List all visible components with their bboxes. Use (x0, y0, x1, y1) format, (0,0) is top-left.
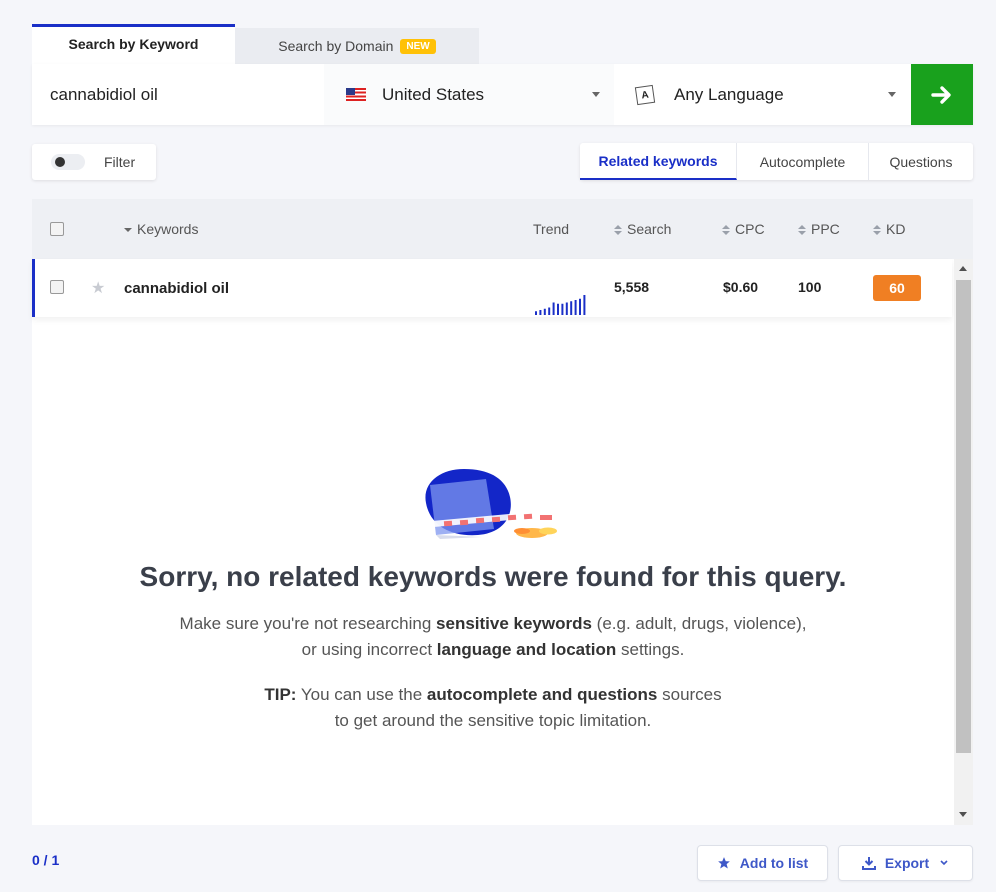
text-emphasis: sensitive keywords (436, 614, 592, 633)
trend-bar (539, 310, 542, 315)
column-search-label: Search (627, 221, 672, 237)
empty-state-illustration (425, 469, 557, 539)
chevron-down-icon (592, 92, 600, 97)
column-ppc-label: PPC (811, 221, 840, 237)
column-kd[interactable]: KD (873, 221, 905, 237)
chevron-down-icon (888, 92, 896, 97)
language-select[interactable]: A Any Language (616, 64, 910, 125)
keywords-table: Keywords Trend Search CPC PPC KD ★ canna… (32, 199, 973, 825)
row-keyword[interactable]: cannabidiol oil (124, 280, 229, 297)
add-to-list-button[interactable]: Add to list (697, 845, 828, 881)
text-emphasis: autocomplete and questions (426, 685, 658, 704)
sort-desc-icon (124, 228, 132, 232)
empty-state-line-1: Make sure you're not researching sensiti… (32, 611, 954, 637)
row-ppc: 100 (798, 279, 822, 295)
column-trend-label: Trend (533, 221, 570, 237)
trend-bar (579, 298, 581, 315)
trend-bar (574, 300, 577, 315)
trend-bar (561, 303, 564, 315)
star-icon (717, 857, 730, 869)
search-bar: United States A Any Language (32, 64, 973, 125)
export-label: Export (884, 855, 930, 871)
export-button[interactable]: Export (838, 845, 973, 881)
row-checkbox[interactable] (50, 280, 64, 294)
filter-toggle[interactable]: Filter (32, 144, 156, 180)
scroll-up-icon[interactable] (959, 266, 967, 271)
trend-bar (535, 311, 537, 315)
new-badge: NEW (400, 38, 436, 54)
star-icon[interactable]: ★ (91, 278, 105, 298)
filter-label: Filter (104, 154, 136, 170)
tab-search-by-keyword[interactable]: Search by Keyword (32, 24, 235, 64)
country-select-value: United States (382, 84, 485, 104)
column-ppc[interactable]: PPC (798, 221, 840, 237)
text-segment: settings. (616, 640, 685, 659)
sort-icon (798, 225, 806, 235)
empty-state-message: Make sure you're not researching sensiti… (32, 611, 954, 663)
trend-sparkline (535, 295, 586, 315)
us-flag-icon (346, 88, 366, 101)
tip-label: TIP: (264, 685, 297, 704)
trend-bar (543, 308, 546, 315)
text-segment: (e.g. adult, drugs, violence), (591, 614, 807, 633)
toggle-switch[interactable] (51, 154, 85, 170)
tab-search-by-domain-label: Search by Domain (278, 38, 394, 54)
search-mode-tabs: Search by Keyword Search by Domain NEW (32, 24, 479, 64)
scroll-thumb[interactable] (956, 280, 971, 753)
column-cpc[interactable]: CPC (722, 221, 765, 237)
add-to-list-label: Add to list (739, 855, 809, 871)
table-header: Keywords Trend Search CPC PPC KD (32, 199, 973, 259)
kd-badge: 60 (873, 275, 921, 301)
tab-questions[interactable]: Questions (869, 143, 973, 180)
tab-search-by-domain[interactable]: Search by Domain NEW (235, 28, 479, 64)
translate-icon: A (634, 84, 656, 105)
trend-bar (548, 307, 551, 315)
trend-bar (583, 295, 586, 315)
selection-counter: 0 / 1 (32, 852, 60, 868)
empty-state-tip-line-1: TIP: You can use the autocomplete and qu… (32, 682, 954, 708)
trend-bar (557, 303, 559, 315)
trend-bar (565, 302, 568, 315)
select-all-checkbox[interactable] (50, 222, 64, 236)
chevron-down-icon (940, 860, 948, 866)
empty-state-title: Sorry, no related keywords were found fo… (139, 561, 847, 592)
scroll-down-icon[interactable] (959, 812, 967, 817)
download-icon (861, 857, 876, 870)
column-search[interactable]: Search (614, 221, 671, 237)
text-segment: You can use the (296, 685, 427, 704)
search-submit-button[interactable] (911, 64, 973, 125)
sort-icon (722, 225, 730, 235)
text-segment: or using incorrect (301, 640, 437, 659)
empty-state-line-2: or using incorrect language and location… (32, 637, 954, 663)
row-search-volume: 5,558 (614, 279, 650, 295)
tab-related-keywords[interactable]: Related keywords (580, 143, 737, 180)
trend-bar (552, 302, 555, 315)
arrow-right-icon (931, 85, 951, 104)
empty-state-tip: TIP: You can use the autocomplete and qu… (32, 682, 954, 734)
tab-search-by-keyword-label: Search by Keyword (68, 36, 199, 52)
table-row[interactable]: ★ cannabidiol oil 5,558 $0.60 100 60 (32, 259, 952, 317)
text-segment: sources (657, 685, 722, 704)
text-emphasis: language and location (436, 640, 617, 659)
column-trend: Trend (533, 221, 569, 237)
empty-state-tip-line-2: to get around the sensitive topic limita… (334, 711, 652, 730)
scrollbar[interactable] (954, 259, 973, 825)
country-select[interactable]: United States (324, 64, 614, 125)
column-keywords-label: Keywords (137, 221, 199, 237)
language-select-value: Any Language (674, 84, 784, 104)
sort-icon (614, 225, 622, 235)
column-cpc-label: CPC (735, 221, 765, 237)
keyword-input[interactable] (32, 64, 324, 125)
column-kd-label: KD (886, 221, 906, 237)
tab-autocomplete[interactable]: Autocomplete (737, 143, 869, 180)
text-segment: Make sure you're not researching (179, 614, 437, 633)
trend-bar (570, 301, 573, 315)
row-cpc: $0.60 (723, 279, 759, 295)
source-tabs: Related keywords Autocomplete Questions (580, 143, 973, 180)
column-keywords[interactable]: Keywords (124, 221, 198, 237)
sort-icon (873, 225, 881, 235)
